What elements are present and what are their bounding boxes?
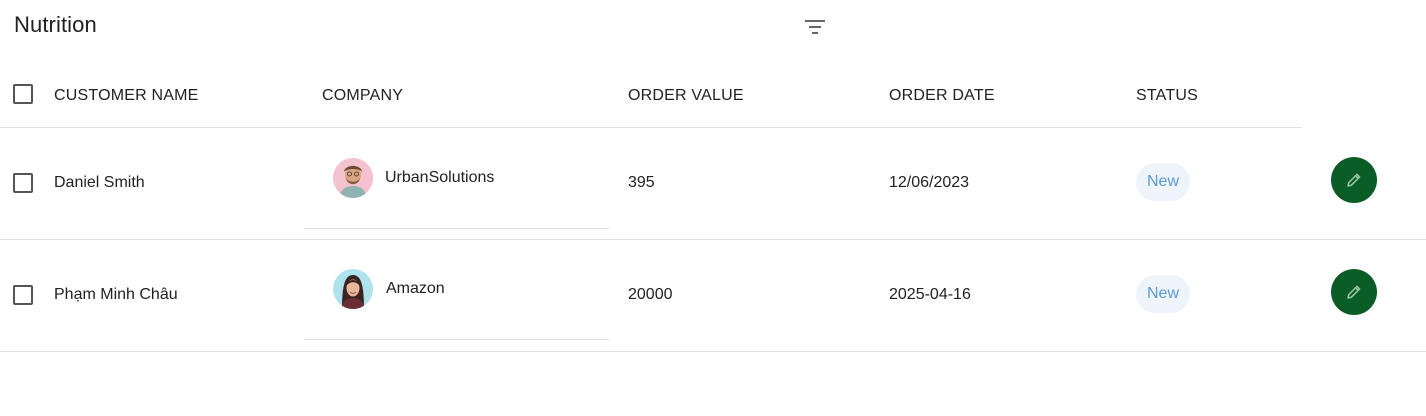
company-name: UrbanSolutions	[385, 169, 495, 186]
column-header-company[interactable]: COMPANY	[322, 87, 403, 105]
row-divider	[0, 351, 1426, 352]
row-checkbox[interactable]	[13, 173, 33, 193]
company-avatar	[333, 158, 373, 198]
column-header-status[interactable]: STATUS	[1136, 87, 1198, 105]
page-title: Nutrition	[14, 12, 97, 37]
edit-button[interactable]	[1331, 157, 1377, 203]
pencil-icon	[1347, 173, 1361, 187]
status-badge: New	[1136, 275, 1190, 313]
company-cell-divider	[304, 339, 609, 340]
customer-name: Phạm Minh Châu	[54, 286, 178, 303]
status-badge: New	[1136, 163, 1190, 201]
company-cell-divider	[304, 228, 609, 229]
order-value: 395	[628, 174, 655, 191]
pencil-icon	[1347, 285, 1361, 299]
company-avatar	[333, 269, 373, 309]
order-date: 12/06/2023	[889, 174, 970, 191]
company-name: Amazon	[386, 280, 445, 297]
order-date: 2025-04-16	[889, 286, 971, 303]
row-divider	[0, 239, 1426, 240]
row-checkbox[interactable]	[13, 285, 33, 305]
select-all-checkbox[interactable]	[13, 84, 33, 104]
header-divider	[0, 127, 1302, 128]
column-header-order-date[interactable]: ORDER DATE	[889, 87, 995, 105]
customer-name: Daniel Smith	[54, 174, 145, 191]
column-header-customer-name[interactable]: CUSTOMER NAME	[54, 87, 199, 105]
column-header-order-value[interactable]: ORDER VALUE	[628, 87, 744, 105]
filter-list-icon[interactable]	[802, 14, 828, 40]
order-value: 20000	[628, 286, 673, 303]
edit-button[interactable]	[1331, 269, 1377, 315]
